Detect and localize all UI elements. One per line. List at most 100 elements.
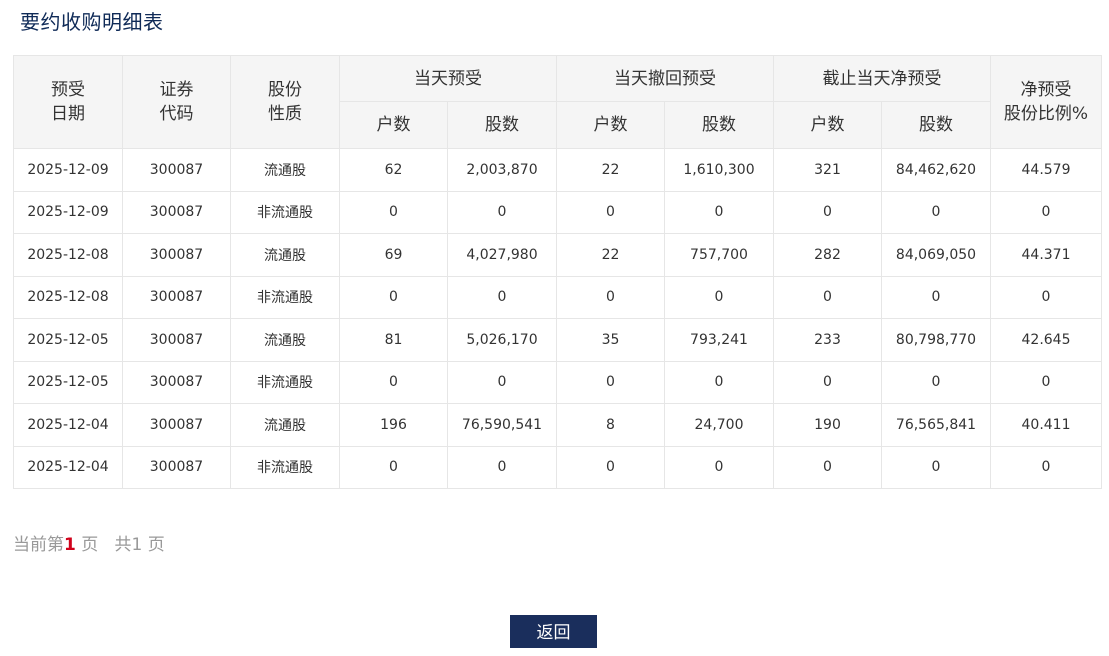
cell-withdraw-households: 0 — [556, 445, 665, 489]
table-row: 2025-12-09 300087 非流通股 0 0 0 0 0 0 0 — [13, 190, 1102, 234]
cell-ratio: 44.579 — [990, 148, 1102, 192]
cell-withdraw-shares: 757,700 — [664, 233, 774, 277]
cell-code: 300087 — [122, 318, 231, 362]
cell-net-shares: 0 — [881, 275, 991, 319]
cell-date: 2025-12-05 — [13, 360, 123, 404]
cell-net-shares: 84,462,620 — [881, 148, 991, 192]
cell-withdraw-shares: 0 — [664, 360, 774, 404]
pagination: 当前第1 页 共1 页 — [13, 534, 165, 556]
table-row: 2025-12-09 300087 流通股 62 2,003,870 22 1,… — [13, 148, 1102, 192]
table-row: 2025-12-05 300087 流通股 81 5,026,170 35 79… — [13, 318, 1102, 362]
cell-today-households: 0 — [339, 360, 448, 404]
cell-withdraw-households: 35 — [556, 318, 665, 362]
cell-withdraw-shares: 0 — [664, 445, 774, 489]
pager-current-page: 1 — [64, 535, 76, 555]
cell-date: 2025-12-04 — [13, 403, 123, 447]
cell-ratio: 0 — [990, 360, 1102, 404]
cell-today-households: 196 — [339, 403, 448, 447]
back-button[interactable]: 返回 — [510, 615, 597, 648]
cell-nature: 非流通股 — [230, 360, 340, 404]
cell-net-households: 0 — [773, 445, 882, 489]
cell-net-shares: 84,069,050 — [881, 233, 991, 277]
cell-withdraw-households: 22 — [556, 148, 665, 192]
cell-ratio: 0 — [990, 275, 1102, 319]
cell-today-households: 0 — [339, 275, 448, 319]
cell-date: 2025-12-08 — [13, 233, 123, 277]
cell-withdraw-shares: 24,700 — [664, 403, 774, 447]
cell-code: 300087 — [122, 233, 231, 277]
cell-code: 300087 — [122, 360, 231, 404]
cell-date: 2025-12-04 — [13, 445, 123, 489]
header-nature: 股份 性质 — [230, 55, 340, 149]
cell-nature: 流通股 — [230, 233, 340, 277]
pager-total-pages: 1 — [131, 535, 143, 555]
cell-ratio: 44.371 — [990, 233, 1102, 277]
cell-nature: 流通股 — [230, 403, 340, 447]
cell-withdraw-households: 0 — [556, 190, 665, 234]
cell-today-shares: 4,027,980 — [447, 233, 557, 277]
cell-net-shares: 0 — [881, 445, 991, 489]
cell-net-shares: 0 — [881, 190, 991, 234]
offer-detail-table: 预受 日期 证券 代码 股份 性质 当天预受 当天撤回预受 截止当天净预受 净预… — [13, 55, 1102, 489]
cell-net-shares: 76,565,841 — [881, 403, 991, 447]
header-date: 预受 日期 — [13, 55, 123, 149]
cell-date: 2025-12-08 — [13, 275, 123, 319]
header-today-households: 户数 — [339, 101, 448, 149]
cell-nature: 非流通股 — [230, 445, 340, 489]
cell-net-households: 0 — [773, 275, 882, 319]
cell-withdraw-shares: 1,610,300 — [664, 148, 774, 192]
cell-code: 300087 — [122, 148, 231, 192]
table-row: 2025-12-08 300087 流通股 69 4,027,980 22 75… — [13, 233, 1102, 277]
cell-today-shares: 2,003,870 — [447, 148, 557, 192]
header-withdraw-shares: 股数 — [664, 101, 774, 149]
table-row: 2025-12-04 300087 非流通股 0 0 0 0 0 0 0 — [13, 445, 1102, 489]
cell-net-shares: 80,798,770 — [881, 318, 991, 362]
cell-withdraw-shares: 0 — [664, 275, 774, 319]
cell-net-households: 233 — [773, 318, 882, 362]
header-group-withdraw: 当天撤回预受 — [556, 55, 774, 102]
cell-nature: 非流通股 — [230, 275, 340, 319]
cell-net-households: 321 — [773, 148, 882, 192]
cell-date: 2025-12-05 — [13, 318, 123, 362]
cell-nature: 非流通股 — [230, 190, 340, 234]
header-today-shares: 股数 — [447, 101, 557, 149]
cell-date: 2025-12-09 — [13, 148, 123, 192]
table-body: 2025-12-09 300087 流通股 62 2,003,870 22 1,… — [13, 148, 1102, 489]
cell-today-households: 62 — [339, 148, 448, 192]
cell-today-shares: 0 — [447, 275, 557, 319]
cell-ratio: 40.411 — [990, 403, 1102, 447]
cell-today-households: 0 — [339, 190, 448, 234]
cell-net-households: 0 — [773, 190, 882, 234]
cell-code: 300087 — [122, 190, 231, 234]
cell-date: 2025-12-09 — [13, 190, 123, 234]
header-net-households: 户数 — [773, 101, 882, 149]
cell-code: 300087 — [122, 445, 231, 489]
pager-total-suffix: 页 — [142, 535, 165, 555]
page-title: 要约收购明细表 — [20, 10, 164, 34]
cell-net-households: 0 — [773, 360, 882, 404]
cell-withdraw-shares: 793,241 — [664, 318, 774, 362]
pager-page-word: 页 — [75, 535, 99, 555]
cell-today-shares: 76,590,541 — [447, 403, 557, 447]
cell-ratio: 42.645 — [990, 318, 1102, 362]
cell-today-households: 0 — [339, 445, 448, 489]
table-row: 2025-12-08 300087 非流通股 0 0 0 0 0 0 0 — [13, 275, 1102, 319]
cell-withdraw-households: 0 — [556, 360, 665, 404]
cell-ratio: 0 — [990, 445, 1102, 489]
cell-ratio: 0 — [990, 190, 1102, 234]
cell-net-households: 190 — [773, 403, 882, 447]
header-withdraw-households: 户数 — [556, 101, 665, 149]
cell-withdraw-households: 22 — [556, 233, 665, 277]
cell-withdraw-households: 8 — [556, 403, 665, 447]
cell-today-shares: 0 — [447, 445, 557, 489]
cell-today-shares: 0 — [447, 360, 557, 404]
cell-withdraw-shares: 0 — [664, 190, 774, 234]
pager-prefix: 当前第 — [13, 535, 64, 555]
cell-nature: 流通股 — [230, 318, 340, 362]
pager-total-prefix: 共 — [114, 535, 132, 555]
header-group-today: 当天预受 — [339, 55, 557, 102]
cell-withdraw-households: 0 — [556, 275, 665, 319]
header-code: 证券 代码 — [122, 55, 231, 149]
cell-today-households: 81 — [339, 318, 448, 362]
header-group-net: 截止当天净预受 — [773, 55, 991, 102]
